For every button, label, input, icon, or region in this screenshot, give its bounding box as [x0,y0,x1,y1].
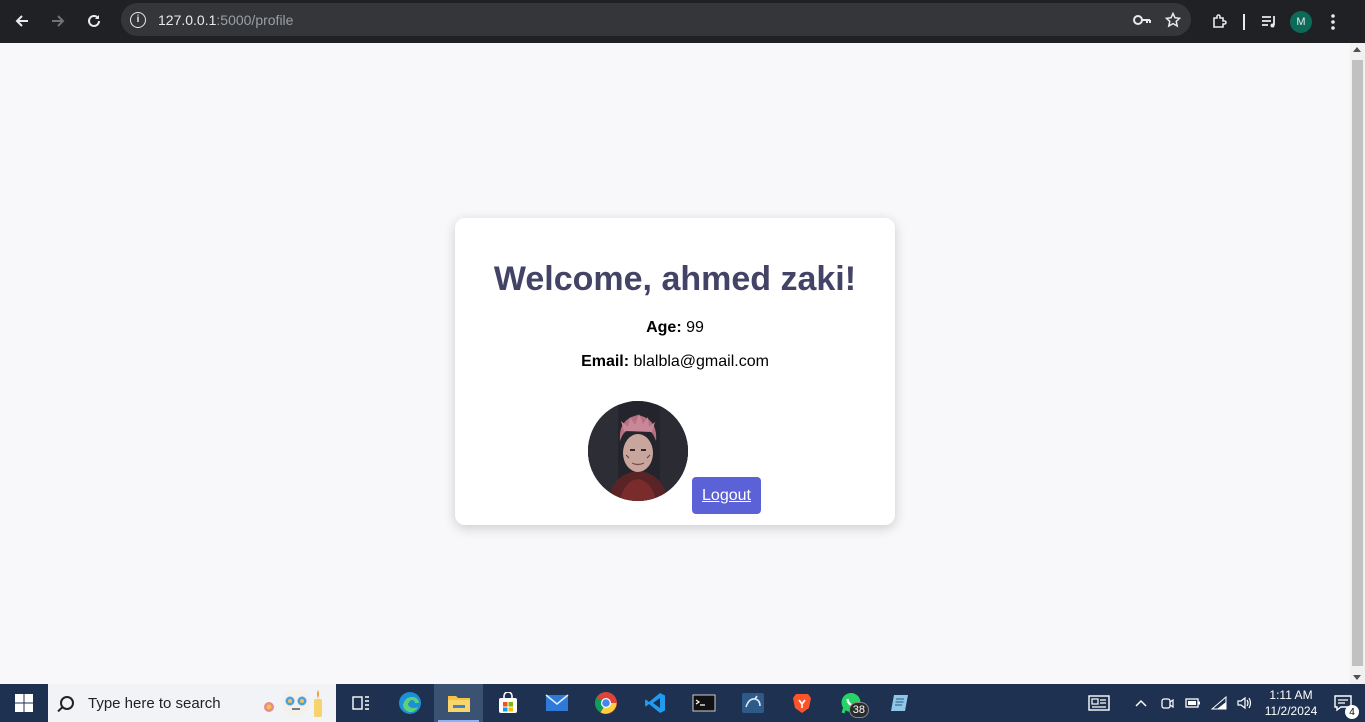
scroll-down-arrow-icon[interactable] [1353,675,1361,680]
browser-toolbar: i 127.0.0.1:5000/profile M [0,0,1365,43]
edge-icon [398,692,421,714]
menu-button[interactable] [1317,6,1349,38]
start-button[interactable] [0,684,48,722]
avatar: M [1290,10,1312,33]
search-highlight-doodle-icon [264,689,322,717]
taskbar-mysql-workbench[interactable] [728,684,777,722]
scrollbar-thumb[interactable] [1352,60,1363,666]
taskbar-whatsapp[interactable]: 38 [826,684,875,722]
search-placeholder: Type here to search [88,694,221,712]
playlist-icon [1262,15,1275,27]
email-line: Email: blalbla@gmail.com [455,353,895,371]
taskbar-chrome[interactable] [581,684,630,722]
email-label: Email: [581,353,630,370]
forward-button[interactable] [40,3,76,39]
notepad-icon [890,695,908,711]
task-view-icon [351,696,369,710]
notification-count-badge: 4 [1345,705,1359,719]
email-value: blalbla@gmail.com [633,353,769,370]
folder-icon [447,696,470,712]
taskbar-brave[interactable] [777,684,826,722]
reload-button[interactable] [76,3,112,39]
back-arrow-icon [15,15,28,27]
battery-icon [1185,698,1200,708]
meet-now-button[interactable] [1154,684,1180,722]
chrome-icon [594,692,617,714]
battery-button[interactable] [1180,684,1206,722]
clock-date: 11/2/2024 [1264,704,1318,718]
welcome-heading: Welcome, ahmed zaki! [493,260,857,298]
store-bag-icon [498,692,517,713]
kebab-menu-icon [1331,13,1335,30]
site-info-icon[interactable]: i [130,11,146,28]
taskbar-store[interactable] [483,684,532,722]
age-line: Age: 99 [455,319,895,337]
unread-badge: 38 [848,702,869,718]
url-path: :5000/profile [216,11,294,28]
taskbar-search-box[interactable]: Type here to search [48,684,336,722]
wifi-icon [1211,696,1227,710]
mail-icon [544,694,569,711]
webcam-icon [1161,698,1174,709]
network-button[interactable] [1206,684,1232,722]
profile-picture-illustration [588,401,688,501]
system-tray: 1:11 AM 11/2/2024 4 [1084,684,1362,722]
scroll-up-arrow-icon[interactable] [1353,47,1361,52]
forward-arrow-icon [52,15,65,27]
profile-button[interactable]: M [1285,6,1317,38]
age-value: 99 [686,319,704,336]
windows-logo-icon [15,694,33,712]
puzzle-icon [1212,14,1227,28]
speaker-icon [1237,696,1252,710]
bookmark-star-icon[interactable] [1165,11,1181,28]
back-button[interactable] [4,3,40,39]
toolbar-divider [1243,13,1245,30]
volume-button[interactable] [1232,684,1258,722]
taskbar-terminal[interactable] [679,684,728,722]
search-icon [60,696,74,710]
vscode-icon [644,693,665,713]
news-icon [1088,695,1110,711]
taskbar-vscode[interactable] [630,684,679,722]
taskbar: Type here to search 38 1:11 AM 11/2/2024… [0,684,1365,722]
profile-picture [588,401,688,501]
chevron-up-icon [1135,699,1147,707]
url-host: 127.0.0.1 [158,11,217,28]
brave-lion-icon [792,694,811,713]
address-bar[interactable]: i 127.0.0.1:5000/profile [121,3,1191,36]
profile-card: Welcome, ahmed zaki! Age: 99 Email: blal… [455,218,895,525]
taskbar-mail[interactable] [532,684,581,722]
url-text[interactable]: 127.0.0.1:5000/profile [158,12,293,28]
taskbar-notes-app[interactable] [875,684,924,722]
terminal-icon [692,694,715,712]
clock-time: 1:11 AM [1269,688,1313,702]
password-key-icon[interactable] [1133,14,1151,26]
reload-icon [88,14,100,27]
show-hidden-icons-button[interactable] [1128,684,1154,722]
age-label: Age: [646,319,682,336]
news-widget-button[interactable] [1084,684,1114,722]
logout-button[interactable]: Logout [692,477,761,514]
notifications-button[interactable]: 4 [1324,684,1362,722]
taskbar-file-explorer[interactable] [434,684,483,722]
extensions-button[interactable] [1203,6,1235,38]
taskbar-edge[interactable] [385,684,434,722]
database-dolphin-icon [741,693,764,713]
clock[interactable]: 1:11 AM 11/2/2024 [1258,687,1324,719]
task-view-button[interactable] [336,684,385,722]
page-scrollbar[interactable] [1350,43,1365,684]
media-control-button[interactable] [1253,6,1285,38]
